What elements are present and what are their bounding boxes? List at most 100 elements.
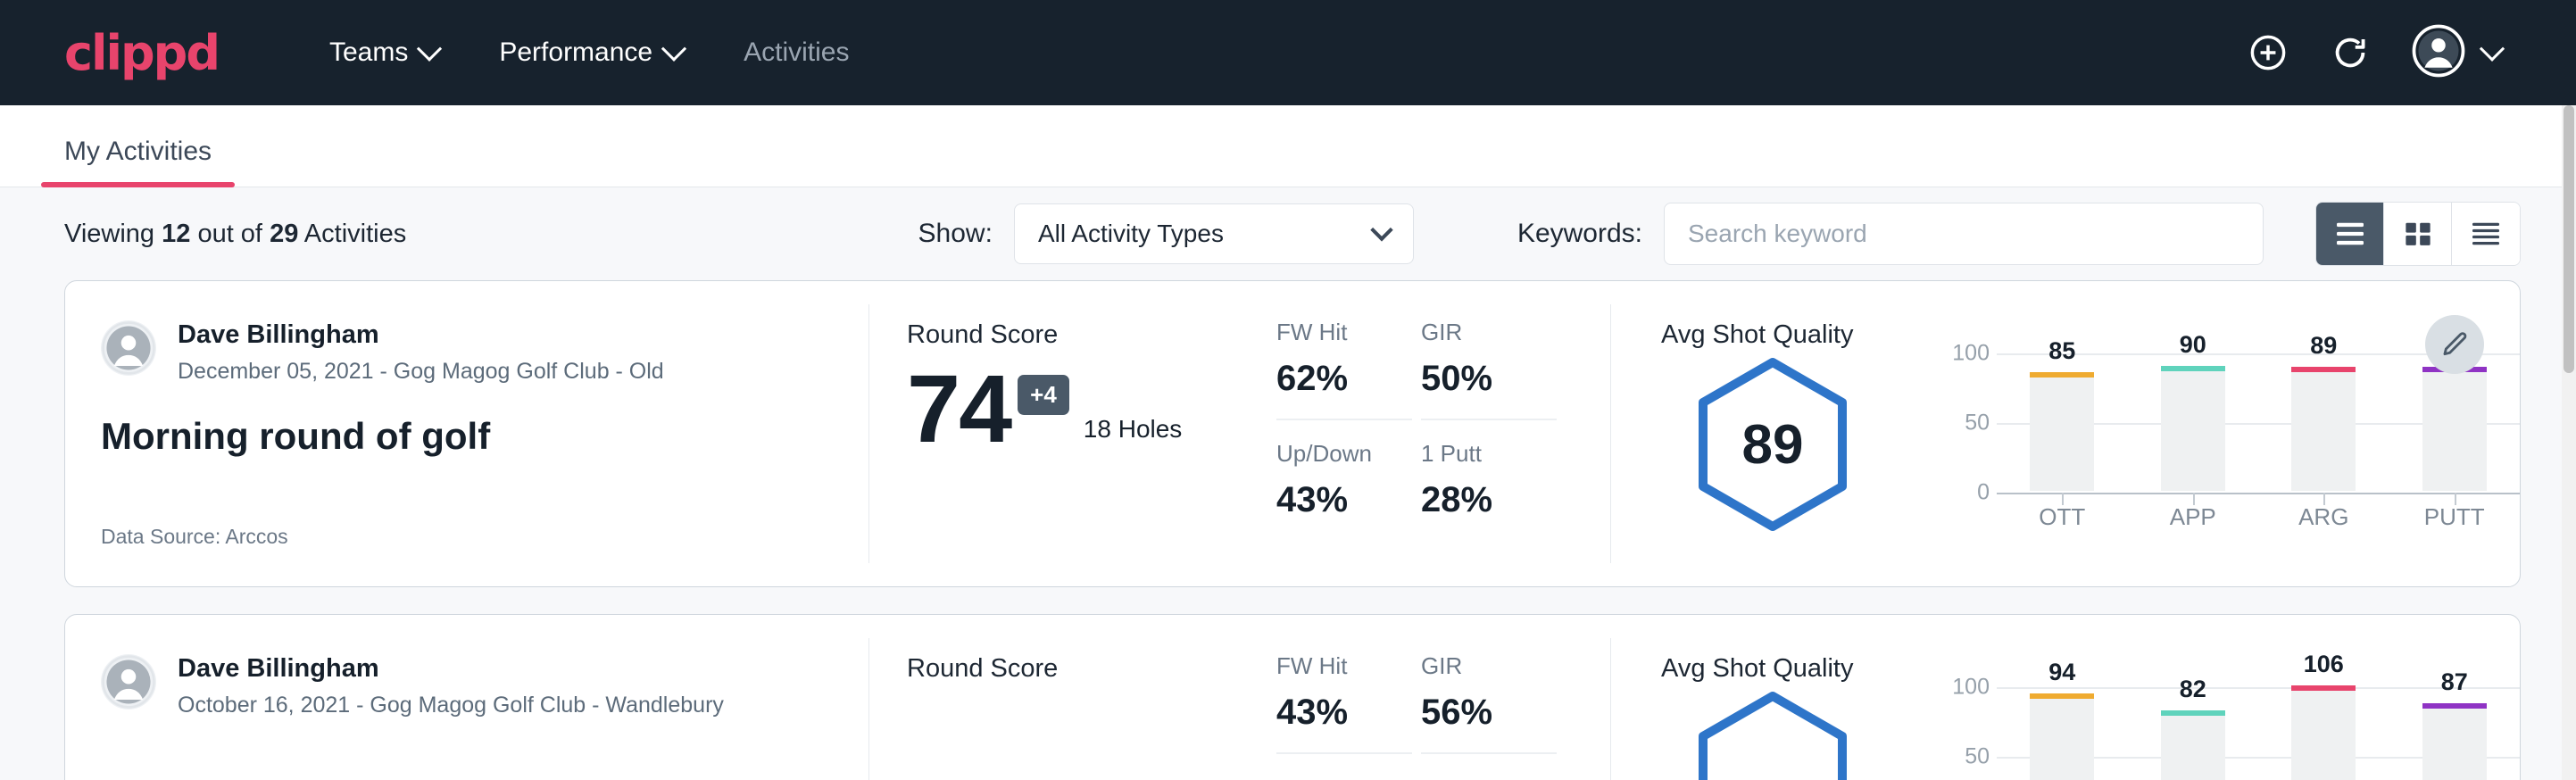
stat-label: FW Hit — [1276, 319, 1412, 346]
refresh-icon[interactable] — [2330, 32, 2371, 73]
chart-bar-cap — [2030, 693, 2094, 699]
page-scrollbar[interactable] — [2562, 105, 2576, 780]
edit-activity-button[interactable] — [2425, 315, 2484, 374]
tab-my-activities-label: My Activities — [64, 137, 212, 166]
person-text: Dave Billingham October 16, 2021 - Gog M… — [178, 654, 724, 718]
grid-view-button[interactable] — [2384, 203, 2452, 265]
navbar-actions — [2248, 24, 2537, 82]
avg-shot-quality-badge — [1661, 687, 1884, 780]
stat-up-down: Up/Down 43% — [1276, 440, 1412, 540]
person-row: Dave Billingham October 16, 2021 - Gog M… — [101, 654, 868, 718]
chart-bar-cap — [2422, 703, 2487, 709]
chart-bar-value-label: 82 — [2180, 676, 2206, 703]
avatar — [101, 320, 156, 376]
round-stats: FW Hit 43% GIR 56% — [1253, 615, 1610, 780]
chart-bar-column: 89 — [2258, 353, 2389, 493]
stat-gir: GIR 50% — [1421, 319, 1557, 420]
stat-value: 43% — [1276, 480, 1412, 520]
scrollbar-thumb[interactable] — [2564, 105, 2574, 373]
chart-bar — [2161, 710, 2225, 780]
chart-bar-column: 87 — [2389, 687, 2521, 780]
chart-bar — [2291, 367, 2356, 491]
nav-item-teams[interactable]: Teams — [299, 37, 469, 68]
chart-bar — [2422, 703, 2487, 780]
chart-x-tick-label: ARG — [2258, 503, 2389, 531]
activity-meta: October 16, 2021 - Gog Magog Golf Club -… — [178, 693, 724, 718]
chart-plot-area: 05010085908989 — [1947, 353, 2520, 493]
shot-quality-chart: 050100948210687OTTAPPARGPUTT — [1884, 687, 2520, 780]
activity-type-value: All Activity Types — [1038, 220, 1224, 248]
shot-quality-section: Avg Shot Quality 89 05010085908989 OTTAPP… — [1611, 281, 2520, 586]
chart-y-tick-label: 100 — [1947, 341, 1990, 367]
avg-shot-quality-badge: 89 — [1661, 353, 1884, 532]
keywords-group: Keywords: — [1466, 203, 2264, 265]
chart-bar-column: 89 — [2389, 353, 2521, 493]
chart-x-tick-label: APP — [2128, 503, 2259, 531]
chart-bar — [2422, 367, 2487, 491]
avg-shot-quality-value: 89 — [1694, 357, 1851, 532]
chart-bar — [2291, 685, 2356, 780]
avg-shot-quality-value — [1694, 691, 1851, 780]
score-row: 74 +4 18 Holes — [907, 364, 1253, 452]
stat-value: 50% — [1421, 359, 1557, 399]
stat-fw-hit: FW Hit 43% — [1276, 652, 1412, 754]
stat-value: 62% — [1276, 359, 1412, 399]
top-navbar: clippd Teams Performance Activities — [0, 0, 2576, 105]
chart-x-tick-label: OTT — [1997, 503, 2128, 531]
stat-one-putt: 1 Putt 28% — [1421, 440, 1557, 540]
chart-bar-column: 94 — [1997, 687, 2128, 780]
view-mode-toggle — [2315, 202, 2521, 266]
shot-quality-label: Avg Shot Quality — [1661, 320, 2520, 350]
chart-bar-cap — [2291, 367, 2356, 372]
stat-label: GIR — [1421, 652, 1557, 680]
search-input[interactable] — [1664, 203, 2264, 265]
shot-quality-label: Avg Shot Quality — [1661, 654, 2520, 684]
clippd-logo[interactable]: clippd — [64, 25, 219, 81]
chart-x-tickmark — [2455, 493, 2456, 505]
round-score-value: 74 — [907, 364, 1010, 452]
chart-bars: 85908989 — [1997, 353, 2520, 493]
chart-y-tick-label: 100 — [1947, 675, 1990, 701]
chevron-down-icon — [661, 37, 686, 62]
activity-type-select[interactable]: All Activity Types — [1014, 203, 1414, 264]
chevron-down-icon — [417, 37, 442, 62]
chart-x-tickmark — [2323, 493, 2325, 505]
chart-bar-value-label: 106 — [2304, 651, 2344, 678]
round-score-label: Round Score — [907, 654, 1253, 684]
person-row: Dave Billingham December 05, 2021 - Gog … — [101, 320, 868, 385]
shot-quality-section: Avg Shot Quality 050100948210687OTTAPPAR… — [1611, 615, 2520, 780]
stat-label: FW Hit — [1276, 652, 1412, 680]
account-menu[interactable] — [2412, 24, 2501, 82]
activity-card[interactable]: Dave Billingham October 16, 2021 - Gog M… — [64, 614, 2521, 780]
tab-my-activities[interactable]: My Activities — [41, 137, 235, 187]
chart-bar-cap — [2291, 685, 2356, 691]
chevron-down-icon — [2480, 37, 2505, 62]
activity-card[interactable]: Dave Billingham December 05, 2021 - Gog … — [64, 280, 2521, 587]
avatar — [101, 654, 156, 709]
filter-controls: Show: All Activity Types Keywords: — [918, 202, 2521, 266]
data-source: Data Source: Arccos — [101, 525, 288, 549]
chart-x-tickmark — [2193, 493, 2195, 505]
chart-bar-value-label: 89 — [2310, 332, 2337, 360]
viewing-count: 12 — [162, 220, 190, 248]
chart-bar-column: 82 — [2128, 687, 2259, 780]
keywords-label: Keywords: — [1517, 219, 1642, 249]
chart-bar-column: 85 — [1997, 353, 2128, 493]
viewing-summary: Viewing 12 out of 29 Activities — [64, 220, 406, 249]
chart-y-tick-label: 50 — [1947, 744, 1990, 770]
list-view-button[interactable] — [2316, 203, 2384, 265]
nav-item-performance[interactable]: Performance — [469, 37, 713, 68]
chevron-down-icon — [1370, 219, 1392, 241]
primary-nav: Teams Performance Activities — [299, 37, 879, 68]
plus-circle-icon[interactable] — [2248, 32, 2289, 73]
stat-value: 43% — [1276, 693, 1412, 733]
compact-view-button[interactable] — [2452, 203, 2520, 265]
chart-bar-value-label: 94 — [2048, 659, 2075, 686]
account-avatar-icon — [2412, 24, 2465, 82]
activity-title: Morning round of golf — [101, 415, 868, 458]
nav-item-activities[interactable]: Activities — [713, 37, 879, 68]
round-stats: FW Hit 62% GIR 50% Up/Down 43% 1 Putt 28… — [1253, 281, 1610, 586]
chart-y-tick-label: 0 — [1947, 480, 1990, 506]
viewing-total: 29 — [270, 220, 298, 248]
chart-bar-cap — [2161, 366, 2225, 371]
